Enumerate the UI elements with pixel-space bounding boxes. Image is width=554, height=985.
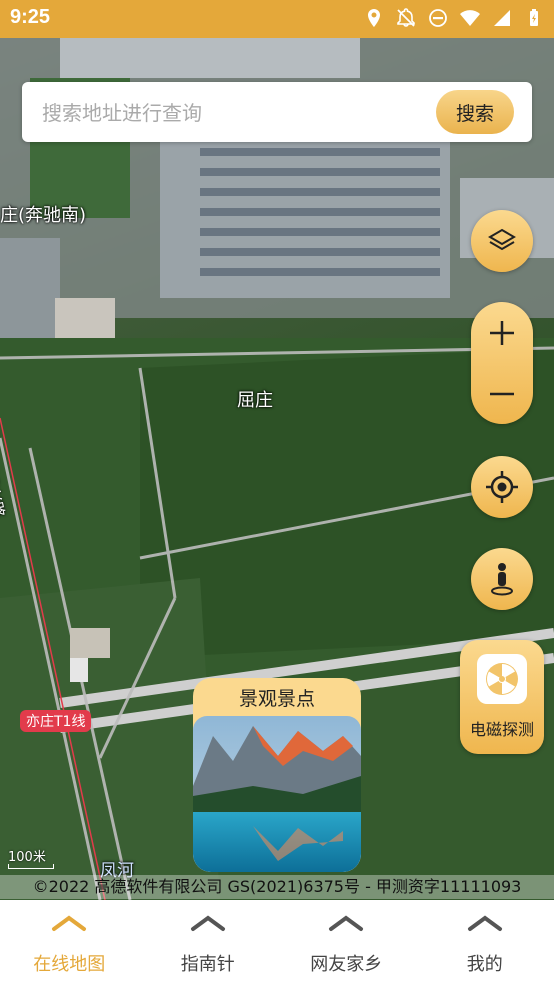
signal-icon xyxy=(494,10,510,26)
search-button[interactable]: 搜索 xyxy=(436,90,514,134)
search-input[interactable] xyxy=(40,94,424,132)
zoom-in-button[interactable] xyxy=(471,302,533,363)
minus-icon xyxy=(490,392,514,395)
plus-icon xyxy=(490,320,514,345)
map-scale-bar xyxy=(8,864,54,869)
emf-detect-button[interactable]: 电磁探测 xyxy=(460,640,544,754)
nav-label: 网友家乡 xyxy=(310,954,383,975)
status-bar: 9:25 xyxy=(0,0,554,38)
chevron-up-icon xyxy=(329,915,364,931)
nav-item-user-hometown[interactable]: 网友家乡 xyxy=(277,900,416,985)
nav-label: 我的 xyxy=(466,954,503,975)
nav-item-mine[interactable]: 我的 xyxy=(416,900,554,985)
radiation-icon xyxy=(477,654,527,704)
nav-label: 在线地图 xyxy=(33,954,106,975)
scenic-spots-card[interactable]: 景观景点 xyxy=(193,678,361,872)
map-scale-label: 100米 xyxy=(8,850,46,865)
metro-line-badge: 亦庄T1线 xyxy=(20,710,92,732)
chevron-up-icon xyxy=(467,915,502,931)
dnd-icon xyxy=(429,9,447,27)
status-icons xyxy=(364,8,544,28)
wifi-icon xyxy=(460,10,480,26)
zoom-out-button[interactable] xyxy=(471,363,533,424)
map-place-label: 庄(奔驰南) xyxy=(0,205,87,226)
scenic-landscape-image xyxy=(193,716,361,872)
street-view-button[interactable] xyxy=(471,548,533,610)
emf-detect-label: 电磁探测 xyxy=(469,720,534,739)
locate-button[interactable] xyxy=(471,456,533,518)
search-box: 搜索 xyxy=(22,82,532,142)
nav-item-online-map[interactable]: 在线地图 xyxy=(0,900,139,985)
chevron-up-icon xyxy=(52,915,87,931)
zoom-control xyxy=(471,302,533,424)
status-time: 9:25 xyxy=(10,6,51,28)
location-icon xyxy=(368,9,380,27)
battery-icon xyxy=(530,9,538,26)
layers-icon xyxy=(488,228,516,251)
map-place-label: 屈庄 xyxy=(237,390,273,411)
locate-icon xyxy=(486,471,518,503)
notifications-off-icon xyxy=(397,8,415,27)
scenic-spots-title: 景观景点 xyxy=(238,688,315,710)
chevron-up-icon xyxy=(190,915,225,931)
person-icon xyxy=(491,563,513,596)
layers-button[interactable] xyxy=(471,210,533,272)
nav-label: 指南针 xyxy=(180,954,235,975)
map-copyright: ©2022 高德软件有限公司 GS(2021)6375号 - 甲测资字11111… xyxy=(0,875,554,899)
nav-item-compass[interactable]: 指南针 xyxy=(139,900,278,985)
bottom-nav: 在线地图 指南针 网友家乡 我的 xyxy=(0,900,554,985)
